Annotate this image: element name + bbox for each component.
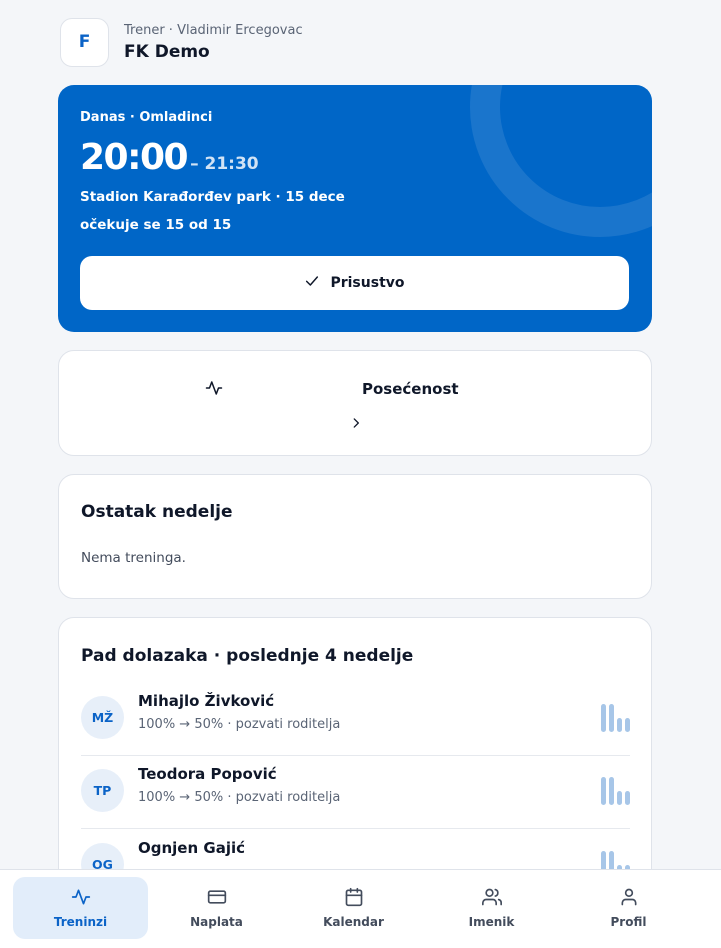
rest-of-week-empty: Nema treninga.: [81, 550, 186, 566]
today-kicker: Danas · Omladinci: [80, 110, 213, 125]
training-location: Stadion Karađorđev park · 15 dece: [80, 189, 345, 205]
activity-icon: [205, 379, 223, 401]
player-name: Teodora Popović: [138, 765, 277, 783]
nav-item-label: Kalendar: [323, 915, 384, 929]
activity-icon: [71, 887, 91, 910]
player-name: Ognjen Gajić: [138, 839, 245, 857]
users-icon: [481, 887, 502, 910]
calendar-icon: [344, 887, 364, 910]
training-end-time: – 21:30: [190, 154, 259, 174]
avatar: MŽ: [81, 696, 124, 739]
player-name: Mihajlo Živković: [138, 692, 275, 710]
nav-item-treninzi[interactable]: Treninzi: [13, 877, 148, 939]
avatar-initials: MŽ: [91, 710, 114, 725]
attendance-bar: [609, 777, 614, 805]
app-header: F Trener · Vladimir Ercegovac FK Demo: [60, 17, 303, 67]
nav-item-label: Imenik: [468, 915, 515, 929]
credit-card-icon: [207, 887, 227, 910]
attendance-bar: [601, 704, 606, 732]
nav-item-naplata[interactable]: Naplata: [149, 877, 284, 939]
avatar: TP: [81, 769, 124, 812]
bottom-nav: Treninzi Naplata Kalendar Imenik Profil: [0, 869, 721, 948]
user-icon: [619, 887, 639, 910]
nav-item-profil[interactable]: Profil: [561, 877, 696, 939]
club-logo: F: [60, 17, 109, 67]
attendance-stats-card[interactable]: Posećenost: [58, 350, 652, 456]
nav-item-imenik[interactable]: Imenik: [424, 877, 559, 939]
chevron-right-icon: [349, 415, 363, 434]
nav-item-label: Profil: [610, 915, 647, 929]
attendance-bar: [617, 791, 622, 805]
attendance-bar: [617, 718, 622, 732]
attendance-drop-title: Pad dolazaka · poslednje 4 nedelje: [81, 646, 414, 666]
today-training-card: Danas · Omladinci 20:00 – 21:30 Stadion …: [58, 85, 652, 332]
club-logo-letter: F: [78, 32, 91, 52]
attendance-button[interactable]: Prisustvo: [80, 256, 629, 310]
nav-item-label: Treninzi: [53, 915, 108, 929]
training-time: 20:00 – 21:30: [80, 137, 259, 178]
attendance-bars: [601, 773, 630, 805]
attendance-bar: [625, 791, 630, 805]
rest-of-week-card: Ostatak nedelje Nema treninga.: [58, 474, 652, 599]
player-row[interactable]: MŽ Mihajlo Živković 100% → 50% · pozvati…: [81, 684, 630, 756]
attendance-bar: [609, 704, 614, 732]
coach-subtitle: Trener · Vladimir Ercegovac: [124, 22, 303, 38]
attendance-bars: [601, 700, 630, 732]
player-meta: 100% → 50% · pozvati roditelja: [138, 717, 341, 732]
nav-item-label: Naplata: [190, 915, 243, 929]
training-expected: očekuje se 15 od 15: [80, 217, 232, 233]
attendance-bar: [601, 777, 606, 805]
training-start-time: 20:00: [80, 137, 189, 178]
check-icon: [304, 273, 320, 293]
attendance-bar: [625, 718, 630, 732]
attendance-stats-title: Posećenost: [362, 380, 459, 398]
club-title: FK Demo: [124, 41, 210, 62]
decorative-ring: [470, 85, 652, 237]
player-meta: 100% → 50% · pozvati roditelja: [138, 790, 341, 805]
rest-of-week-title: Ostatak nedelje: [81, 502, 233, 522]
avatar-initials: TP: [93, 783, 112, 798]
attendance-button-label: Prisustvo: [330, 275, 405, 291]
player-row[interactable]: TP Teodora Popović 100% → 50% · pozvati …: [81, 757, 630, 829]
nav-item-kalendar[interactable]: Kalendar: [286, 877, 421, 939]
